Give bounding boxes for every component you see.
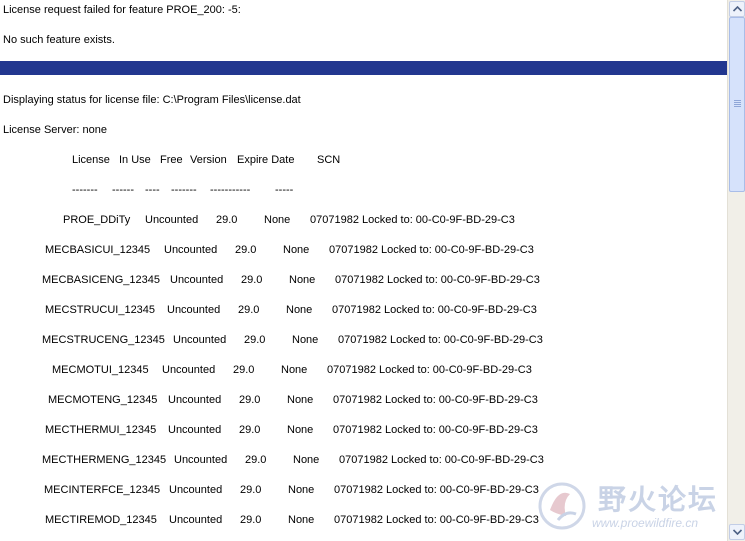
row-scn: 07071982 Locked to: 00-C0-9F-BD-29-C3: [333, 424, 538, 436]
row-expire: None: [286, 304, 313, 316]
row-version: 29.0: [238, 304, 260, 316]
row-scn: 07071982 Locked to: 00-C0-9F-BD-29-C3: [333, 394, 538, 406]
separator-scn: -----: [275, 184, 294, 196]
row-in-use: Uncounted: [169, 484, 223, 496]
row-in-use: Uncounted: [168, 394, 222, 406]
license-output-text-area[interactable]: License request failed for feature PROE_…: [0, 0, 727, 541]
row-version: 29.0: [235, 244, 257, 256]
row-expire: None: [264, 214, 291, 226]
server-line: License Server: none: [3, 124, 107, 136]
row-version: 29.0: [239, 394, 261, 406]
row-version: 29.0: [244, 334, 266, 346]
row-in-use: Uncounted: [174, 454, 228, 466]
row-in-use: Uncounted: [167, 304, 221, 316]
row-scn: 07071982 Locked to: 00-C0-9F-BD-29-C3: [334, 484, 539, 496]
row-version: 29.0: [241, 274, 263, 286]
column-header-free: Free: [160, 154, 183, 166]
row-license: MECSTRUCUI_12345: [45, 304, 156, 316]
status-line: Displaying status for license file: C:\P…: [3, 94, 301, 106]
row-in-use: Uncounted: [169, 514, 223, 526]
row-scn: 07071982 Locked to: 00-C0-9F-BD-29-C3: [339, 454, 544, 466]
row-expire: None: [287, 394, 314, 406]
watermark: 野火论坛 www.proewildfire.cn: [532, 476, 742, 538]
row-expire: None: [293, 454, 320, 466]
row-expire: None: [288, 484, 315, 496]
column-header-in-use: In Use: [119, 154, 151, 166]
row-version: 29.0: [245, 454, 267, 466]
row-scn: 07071982 Locked to: 00-C0-9F-BD-29-C3: [310, 214, 515, 226]
error-line: License request failed for feature PROE_…: [3, 4, 241, 16]
column-header-scn: SCN: [317, 154, 341, 166]
scroll-down-button[interactable]: [729, 524, 745, 540]
row-in-use: Uncounted: [170, 274, 224, 286]
scrollbar-grip-line: [734, 104, 741, 105]
separator-version: -------: [171, 184, 197, 196]
separator-expire-date: -----------: [210, 184, 251, 196]
scroll-up-arrow-icon: [733, 6, 742, 12]
row-version: 29.0: [240, 484, 262, 496]
row-expire: None: [283, 244, 310, 256]
separator-bar: [0, 61, 727, 75]
row-expire: None: [281, 364, 308, 376]
row-in-use: Uncounted: [145, 214, 199, 226]
row-expire: None: [292, 334, 319, 346]
scrollbar-grip-line: [734, 102, 741, 103]
row-scn: 07071982 Locked to: 00-C0-9F-BD-29-C3: [327, 364, 532, 376]
separator-in-use: ------: [112, 184, 134, 196]
watermark-url: www.proewildfire.cn: [592, 516, 699, 530]
row-in-use: Uncounted: [164, 244, 218, 256]
row-scn: 07071982 Locked to: 00-C0-9F-BD-29-C3: [334, 514, 539, 526]
row-license: MECINTERFCE_12345: [44, 484, 161, 496]
column-header-version: Version: [190, 154, 227, 166]
row-license: MECMOTUI_12345: [52, 364, 149, 376]
row-expire: None: [287, 424, 314, 436]
row-license: MECTIREMOD_12345: [45, 514, 157, 526]
scroll-up-button[interactable]: [729, 1, 745, 17]
scrollbar-grip-line: [734, 106, 741, 107]
row-license: MECTHERMENG_12345: [42, 454, 167, 466]
row-scn: 07071982 Locked to: 00-C0-9F-BD-29-C3: [329, 244, 534, 256]
watermark-logo-icon: [538, 482, 586, 530]
row-version: 29.0: [233, 364, 255, 376]
row-expire: None: [289, 274, 316, 286]
row-in-use: Uncounted: [173, 334, 227, 346]
watermark-title: 野火论坛: [598, 483, 719, 516]
row-scn: 07071982 Locked to: 00-C0-9F-BD-29-C3: [332, 304, 537, 316]
scrollbar-grip-line: [734, 100, 741, 101]
row-in-use: Uncounted: [162, 364, 216, 376]
separator-license: -------: [72, 184, 98, 196]
vertical-scrollbar[interactable]: [727, 0, 745, 541]
row-version: 29.0: [239, 424, 261, 436]
row-expire: None: [288, 514, 315, 526]
separator-free: ----: [145, 184, 160, 196]
row-scn: 07071982 Locked to: 00-C0-9F-BD-29-C3: [335, 274, 540, 286]
row-license: MECSTRUCENG_12345: [42, 334, 165, 346]
column-header-license: License: [72, 154, 110, 166]
scrollbar-thumb[interactable]: [729, 17, 745, 192]
row-version: 29.0: [240, 514, 262, 526]
row-license: MECBASICUI_12345: [45, 244, 151, 256]
row-license: MECTHERMUI_12345: [45, 424, 157, 436]
column-header-expire-date: Expire Date: [237, 154, 295, 166]
row-scn: 07071982 Locked to: 00-C0-9F-BD-29-C3: [338, 334, 543, 346]
error-detail: No such feature exists.: [3, 34, 115, 46]
row-license: MECBASICENG_12345: [42, 274, 160, 286]
row-license: PROE_DDiTy: [63, 214, 131, 226]
row-license: MECMOTENG_12345: [48, 394, 158, 406]
row-version: 29.0: [216, 214, 238, 226]
scroll-down-arrow-icon: [733, 529, 742, 535]
row-in-use: Uncounted: [168, 424, 222, 436]
